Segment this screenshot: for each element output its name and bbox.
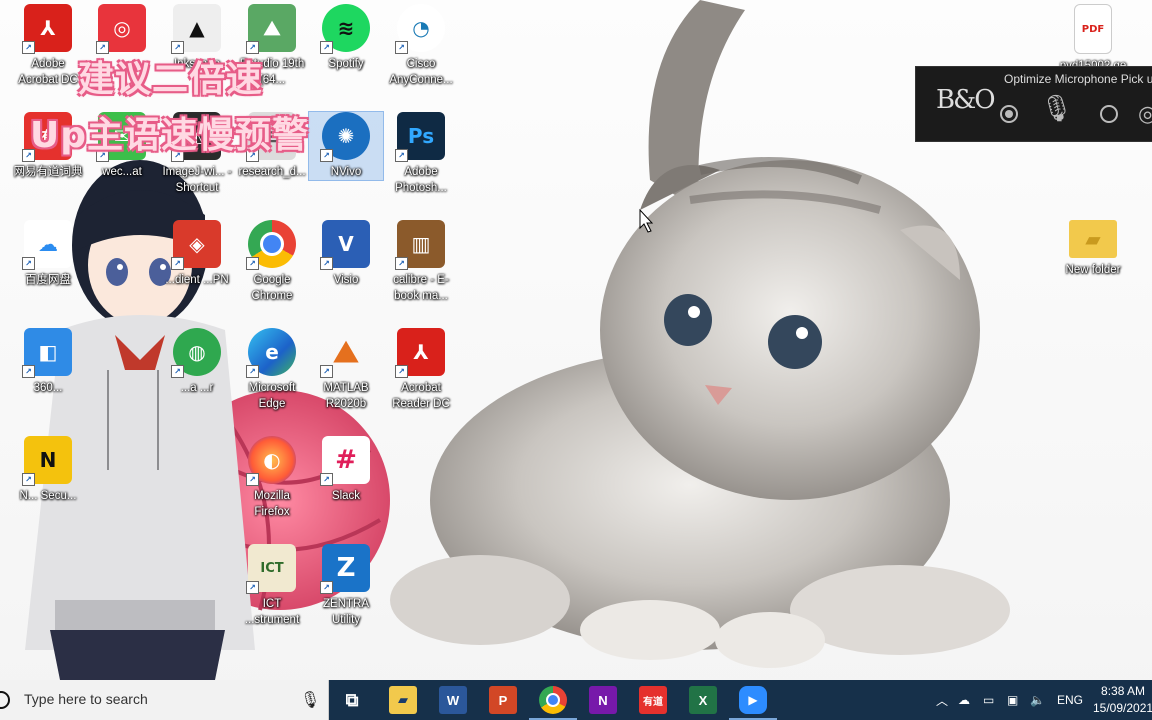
search-placeholder: Type here to search [24, 691, 148, 707]
desktop-icon-calibre[interactable]: ▥ ↗ calibre - E-book ma... [384, 220, 458, 304]
desktop-icon-acrobat-reader[interactable]: ⅄ ↗ Acrobat Reader DC [384, 328, 458, 412]
vpn-shield-icon: ◈ ↗ [171, 220, 221, 270]
acrobat-reader-icon: ⅄ ↗ [395, 328, 445, 378]
baidu-netdisk-icon: ☁ ↗ [22, 220, 72, 270]
file-explorer-taskbar-icon[interactable]: ▰ [389, 686, 417, 714]
task-view-button[interactable]: ⧉ [338, 686, 366, 714]
desktop-icon-mozilla-firefox[interactable]: ◐ ↗ Mozilla Firefox [235, 436, 309, 520]
pdf-file-icon: PDF [1074, 4, 1112, 54]
radio-option[interactable] [1100, 105, 1118, 123]
cisco-anyconnect-icon: ◔ ↗ [395, 4, 445, 54]
green-app-icon: ◍ ↗ [171, 328, 221, 378]
zentra-icon: Z ↗ [320, 544, 370, 594]
norton-icon: N ↗ [22, 436, 72, 486]
microphone-pickup-icon: 🎙 [1040, 93, 1074, 123]
chrome-icon: ↗ [246, 220, 296, 270]
onedrive-icon[interactable]: ☁ [958, 680, 970, 720]
slack-icon: # ↗ [320, 436, 370, 486]
language-indicator[interactable]: ENG [1057, 680, 1083, 720]
cortana-icon [0, 691, 10, 709]
nvivo-icon: ✺ ↗ [320, 112, 370, 162]
desktop-icon-cisco-anyconnect[interactable]: ◔ ↗ Cisco AnyConne... [384, 4, 458, 88]
volume-icon[interactable]: 🔈 [1030, 680, 1045, 720]
word-taskbar-icon[interactable]: W [439, 686, 467, 714]
excel-taskbar-icon[interactable]: X [689, 686, 717, 714]
desktop-icon-netease-music[interactable]: ◎ ↗ [85, 4, 159, 56]
onenote-taskbar-icon[interactable]: N [589, 686, 617, 714]
firefox-icon: ◐ ↗ [246, 436, 296, 486]
desktop-icon-photoshop[interactable]: Ps ↗ Adobe Photosh... [384, 112, 458, 196]
bo-logo: B&O [936, 85, 996, 115]
bang-olufsen-audio-panel: B&O Optimize Microphone Pick u 🎙 ◎ [915, 66, 1152, 142]
overlay-text-speed-hint: 建议二倍速 [78, 59, 264, 100]
desktop-icon-microsoft-edge[interactable]: e ↗ Microsoft Edge [235, 328, 309, 412]
netease-music-icon: ◎ ↗ [96, 4, 146, 54]
adobe-acrobat-icon: ⅄ ↗ [22, 4, 72, 54]
bo-panel-title: Optimize Microphone Pick u [1004, 72, 1152, 86]
taskbar-clock[interactable]: 8:38 AM 15/09/2021 [1093, 683, 1152, 717]
edge-icon: e ↗ [246, 328, 296, 378]
overlay-text-slow-speech-warning: Up主语速慢预警 [30, 115, 310, 156]
desktop-icon-green-app[interactable]: ◍ ↗ ...a ...r [160, 328, 234, 396]
youdao-taskbar-icon[interactable]: 有道 [639, 686, 667, 714]
desktop-icon-google-chrome[interactable]: ↗ Google Chrome [235, 220, 309, 304]
photoshop-icon: Ps ↗ [395, 112, 445, 162]
taskbar: Type here to search 🎙 ⧉ ▰ W P N 有道 X ▶ ︿… [0, 680, 1152, 720]
desktop-icon-vpn-client[interactable]: ◈ ↗ ...dient ...PN [160, 220, 234, 288]
folder-icon: ▰ [1069, 220, 1117, 258]
network-icon[interactable]: ▣ [1007, 680, 1018, 720]
powerpoint-taskbar-icon[interactable]: P [489, 686, 517, 714]
wide-pickup-icon: ◎ [1138, 101, 1152, 126]
rstudio-icon: ⛰ ↗ [246, 4, 296, 54]
desktop-icon-slack[interactable]: # ↗ Slack [309, 436, 383, 504]
clock-date: 15/09/2021 [1093, 701, 1152, 715]
desktop-icon-ict-instrument[interactable]: ICT ↗ ICT ...strument [235, 544, 309, 628]
360-icon: ◧ ↗ [22, 328, 72, 378]
clock-time: 8:38 AM [1101, 684, 1146, 698]
desktop-icon-matlab[interactable]: ⛰ ↗ MATLAB R2020b [309, 328, 383, 412]
desktop-icon-nvivo[interactable]: ✺ ↗ NVivo [308, 111, 384, 181]
taskbar-search-box[interactable]: Type here to search 🎙 [0, 680, 329, 720]
desktop-icon-360[interactable]: ◧ ↗ 360... [11, 328, 85, 396]
spotify-icon: ≋ ↗ [320, 4, 370, 54]
show-hidden-icons-chevron-icon[interactable]: ︿ [936, 680, 948, 720]
inkscape-icon: ▲ ↗ [171, 4, 221, 54]
radio-option-selected[interactable] [1000, 105, 1018, 123]
ict-logo-icon: ICT ↗ [246, 544, 296, 594]
desktop-icon-spotify[interactable]: ≋ ↗ Spotify [309, 4, 383, 72]
desktop-icon-norton-security[interactable]: N ↗ N... Secu... [11, 436, 85, 504]
matlab-icon: ⛰ ↗ [320, 328, 370, 378]
microphone-icon[interactable]: 🎙 [300, 690, 320, 710]
desktop-icon-baidu-netdisk[interactable]: ☁ ↗ 百度网盘 [11, 220, 85, 288]
chrome-taskbar-icon[interactable] [529, 686, 577, 720]
desktop-icon-pdf-file[interactable]: PDF pvd15002.ge [1056, 4, 1130, 74]
desktop-icon-new-folder[interactable]: ▰ New folder [1056, 220, 1130, 278]
battery-icon[interactable]: ▭ [983, 680, 994, 720]
calibre-books-icon: ▥ ↗ [395, 220, 445, 270]
desktop-icon-adobe-acrobat-dc[interactable]: ⅄ ↗ Adobe Acrobat DC [11, 4, 85, 88]
desktop-icon-visio[interactable]: V ↗ Visio [309, 220, 383, 288]
desktop-icon-zentra-utility[interactable]: Z ↗ ZENTRA Utility [309, 544, 383, 628]
visio-icon: V ↗ [320, 220, 370, 270]
zoom-taskbar-icon[interactable]: ▶ [729, 686, 777, 720]
